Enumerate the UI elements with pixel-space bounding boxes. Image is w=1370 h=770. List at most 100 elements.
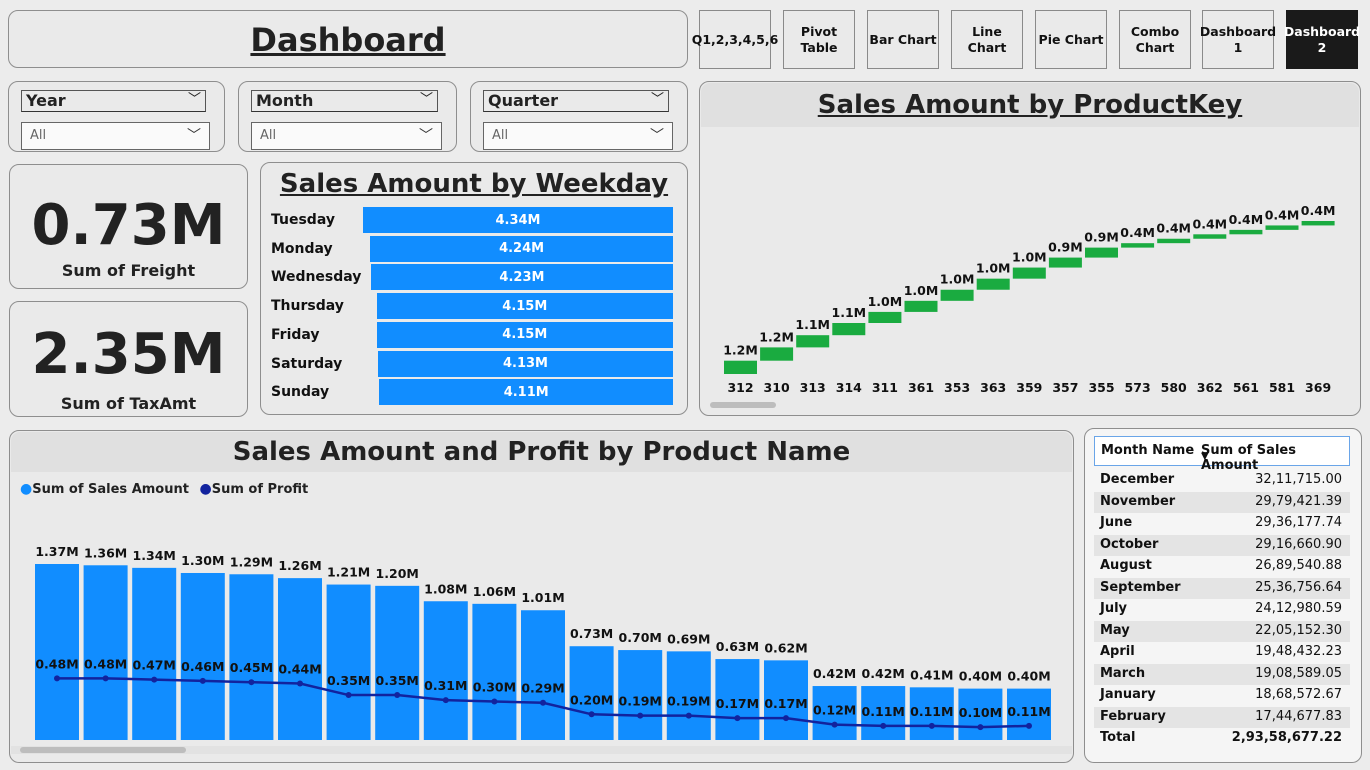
month-cell: January	[1100, 687, 1156, 702]
table-row[interactable]: October 29,16,660.90	[1094, 534, 1350, 556]
nav-button-dashboard-2[interactable]: Dashboard 2	[1284, 10, 1360, 69]
nav-button-bar-chart[interactable]: Bar Chart	[867, 10, 939, 69]
profit-point[interactable]	[977, 724, 984, 731]
weekday-label: Tuesday	[271, 212, 335, 228]
profit-point[interactable]	[394, 692, 401, 699]
waterfall-bar[interactable]	[868, 311, 902, 323]
nav-button-dashboard-1[interactable]: Dashboard 1	[1200, 10, 1276, 69]
month-slicer-header[interactable]: Month ﹀	[251, 90, 438, 112]
waterfall-bar[interactable]	[904, 300, 938, 312]
waterfall-data-label: 1.0M	[1012, 250, 1047, 265]
horizontal-scrollbar[interactable]	[20, 747, 186, 753]
waterfall-bar[interactable]	[724, 360, 757, 374]
profit-point[interactable]	[102, 675, 109, 682]
sales-bar[interactable]	[278, 578, 322, 740]
column-header-sales[interactable]: Sum of Sales Amount	[1201, 443, 1349, 473]
profit-point[interactable]	[685, 712, 692, 719]
profit-point[interactable]	[831, 721, 838, 728]
waterfall-bar[interactable]	[1265, 225, 1299, 230]
sales-bar[interactable]	[132, 567, 177, 740]
waterfall-bar[interactable]	[1121, 243, 1155, 248]
weekday-bar[interactable]: 4.23M	[370, 264, 673, 291]
profit-point[interactable]	[1026, 722, 1032, 729]
sales-data-label: 0.69M	[667, 631, 710, 646]
profit-point[interactable]	[783, 715, 789, 722]
month-dropdown[interactable]: All ﹀	[251, 122, 442, 150]
profit-point[interactable]	[297, 680, 303, 687]
nav-button-q1-2-3-4-5-6[interactable]: Q1,2,3,4,5,6	[692, 10, 778, 69]
sales-bar[interactable]	[229, 574, 274, 740]
sales-cell: 25,36,756.64	[1255, 579, 1342, 595]
sales-bar[interactable]	[521, 610, 565, 740]
profit-point[interactable]	[151, 676, 158, 683]
waterfall-bar[interactable]	[976, 278, 1010, 290]
profit-point[interactable]	[928, 722, 935, 729]
table-row[interactable]: June 29,36,177.74	[1094, 513, 1350, 534]
profit-point[interactable]	[54, 675, 60, 682]
sales-bar[interactable]	[375, 585, 420, 740]
waterfall-data-label: 0.4M	[1156, 221, 1191, 236]
legend-dot-profit: ●	[199, 481, 212, 497]
waterfall-bar[interactable]	[796, 335, 830, 348]
weekday-bar[interactable]: 4.15M	[376, 321, 673, 348]
profit-point[interactable]	[442, 697, 449, 704]
year-dropdown[interactable]: All ﹀	[21, 122, 210, 150]
sales-bar[interactable]	[83, 565, 128, 740]
weekday-bar[interactable]: 4.11M	[379, 379, 673, 406]
profit-point[interactable]	[880, 722, 887, 729]
waterfall-bar[interactable]	[940, 289, 974, 301]
nav-button-line-chart[interactable]: Line Chart	[951, 10, 1023, 69]
profit-point[interactable]	[199, 677, 206, 684]
profit-data-label: 0.48M	[84, 656, 127, 671]
waterfall-bar[interactable]	[1193, 234, 1227, 239]
table-row[interactable]: August 26,89,540.88	[1094, 556, 1350, 577]
waterfall-bar[interactable]	[1301, 221, 1335, 226]
waterfall-bar[interactable]	[1012, 267, 1046, 279]
sales-bar[interactable]	[180, 572, 225, 740]
profit-point[interactable]	[588, 711, 595, 718]
sales-bar[interactable]	[472, 603, 517, 740]
waterfall-bar[interactable]	[1048, 257, 1082, 268]
waterfall-data-label: 1.2M	[759, 329, 794, 344]
table-row[interactable]: July 24,12,980.59	[1094, 599, 1350, 620]
table-row[interactable]: March 19,08,589.05	[1094, 663, 1350, 685]
waterfall-bar[interactable]	[832, 323, 866, 336]
horizontal-scrollbar[interactable]	[710, 402, 776, 408]
weekday-bar[interactable]: 4.13M	[378, 350, 673, 377]
waterfall-bar[interactable]	[1229, 229, 1263, 235]
profit-data-label: 0.30M	[473, 679, 516, 694]
year-slicer-header[interactable]: Year ﹀	[21, 90, 206, 112]
table-row[interactable]: November 29,79,421.39	[1094, 491, 1350, 513]
weekday-bar[interactable]: 4.24M	[370, 235, 673, 262]
quarter-slicer-header[interactable]: Quarter ﹀	[483, 90, 669, 112]
nav-button-pie-chart[interactable]: Pie Chart	[1035, 10, 1107, 69]
table-row[interactable]: April 19,48,432.23	[1094, 642, 1350, 663]
quarter-dropdown[interactable]: All ﹀	[483, 122, 673, 150]
table-row[interactable]: February 17,44,677.83	[1094, 706, 1350, 728]
nav-button-pivot-table[interactable]: Pivot Table	[783, 10, 855, 69]
table-row[interactable]: December 32,11,715.00	[1094, 470, 1350, 491]
weekday-bar[interactable]: 4.34M	[363, 207, 673, 233]
productkey-tick-label: 353	[944, 380, 970, 395]
weekday-bar[interactable]: 4.15M	[376, 293, 673, 320]
waterfall-bar[interactable]	[1157, 238, 1191, 244]
nav-button-combo-chart[interactable]: Combo Chart	[1119, 10, 1191, 69]
table-row[interactable]: September 25,36,756.64	[1094, 577, 1350, 599]
table-row[interactable]: May 22,05,152.30	[1094, 620, 1350, 642]
total-label: Total	[1100, 730, 1136, 745]
profit-data-label: 0.29M	[521, 681, 564, 696]
profit-point[interactable]	[491, 698, 498, 705]
profit-point[interactable]	[734, 715, 741, 722]
column-header-month[interactable]: Month Name	[1101, 443, 1194, 458]
sales-bar[interactable]	[35, 564, 79, 740]
profit-point[interactable]	[540, 699, 546, 706]
profit-point[interactable]	[637, 712, 644, 719]
table-row[interactable]: January 18,68,572.67	[1094, 685, 1350, 706]
profit-point[interactable]	[248, 679, 255, 686]
sales-bar[interactable]	[326, 584, 371, 740]
profit-point[interactable]	[345, 692, 352, 699]
sales-bar[interactable]	[423, 601, 468, 740]
table-header: Month Name Sum of Sales Amount ▼	[1094, 436, 1350, 473]
waterfall-bar[interactable]	[1085, 247, 1118, 258]
waterfall-bar[interactable]	[760, 347, 794, 361]
